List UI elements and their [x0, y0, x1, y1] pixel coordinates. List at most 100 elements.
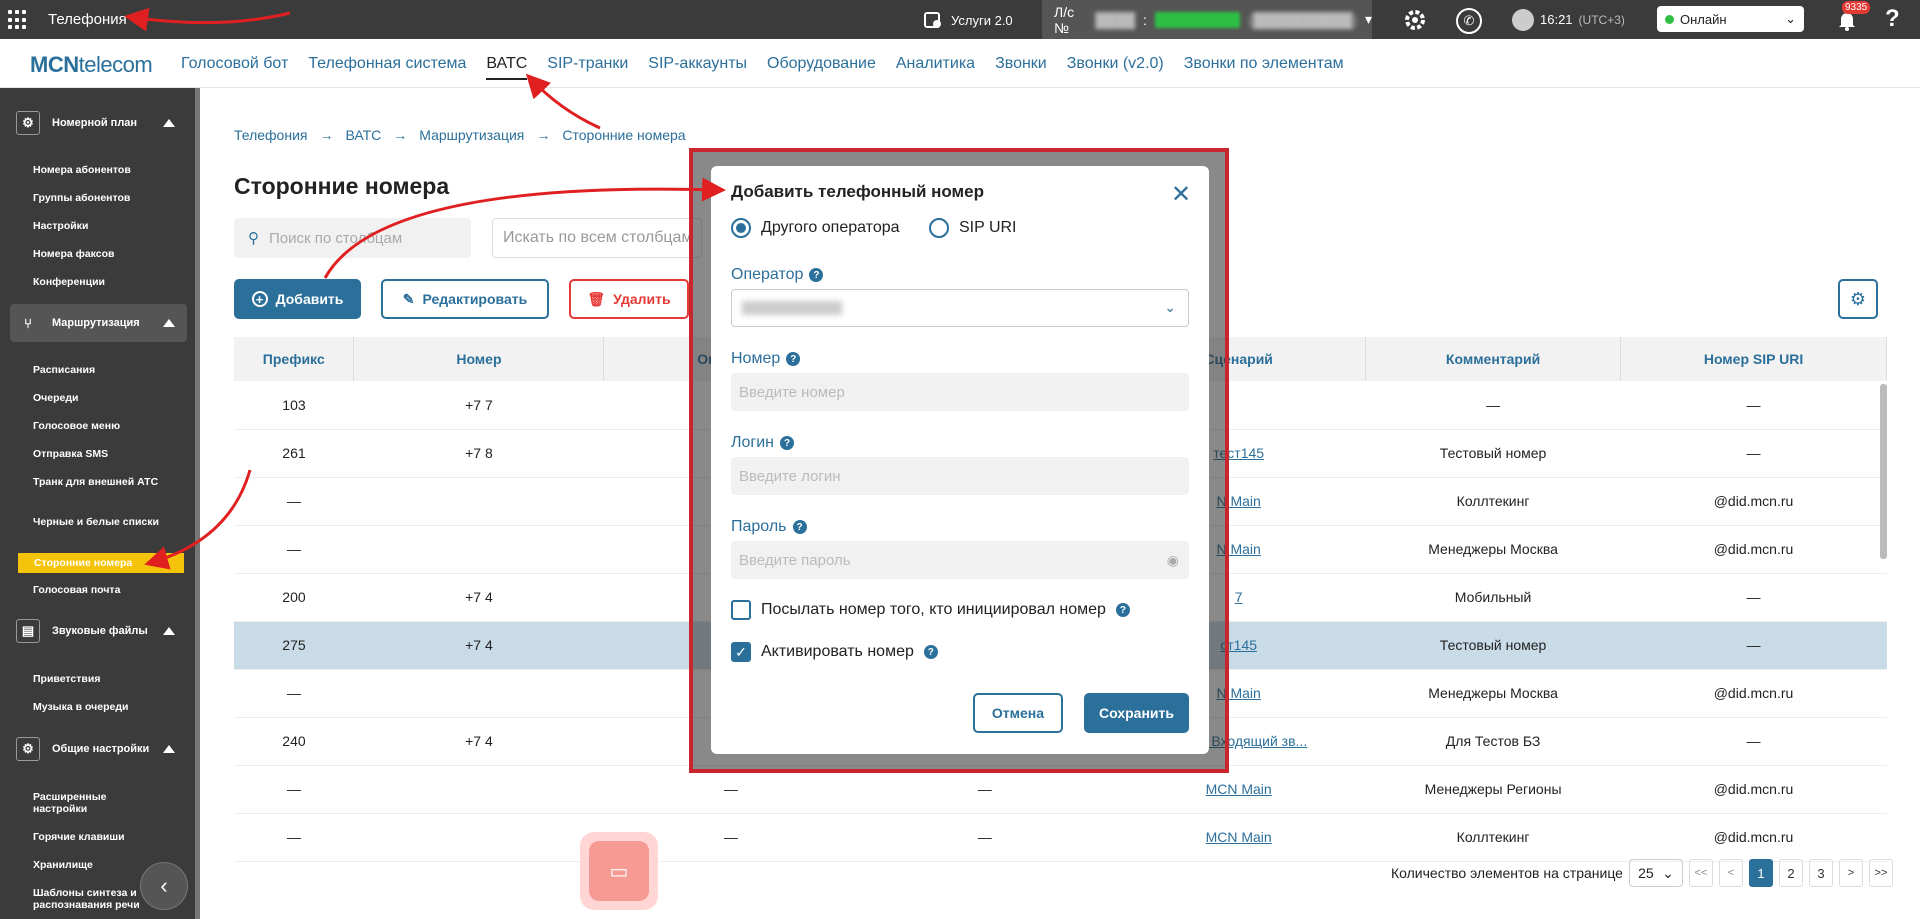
- sidebar-section-sound-files[interactable]: ▤ Звуковые файлы: [10, 612, 187, 650]
- number-input[interactable]: Введите номер: [731, 373, 1189, 411]
- col-prefix[interactable]: Префикс: [234, 337, 355, 381]
- cell-prefix: 275: [234, 621, 354, 670]
- sidebar-item-queue-music[interactable]: Музыка в очереди: [33, 701, 163, 713]
- login-input[interactable]: Введите логин: [731, 457, 1189, 495]
- sidebar-item-advanced-settings[interactable]: Расширенные настройки: [33, 791, 163, 815]
- nav-sip-accounts[interactable]: SIP-аккаунты: [648, 55, 747, 80]
- sidebar-item-queues[interactable]: Очереди: [33, 392, 163, 404]
- help-icon[interactable]: ?: [780, 436, 795, 450]
- help-icon[interactable]: ?: [923, 645, 938, 659]
- sidebar-item-ivr[interactable]: Голосовое меню: [33, 420, 163, 432]
- sidebar-scrollbar[interactable]: [195, 88, 200, 919]
- cell-prefix: 261: [234, 429, 354, 478]
- sidebar-item-subscriber-groups[interactable]: Группы абонентов: [33, 192, 163, 204]
- table-row[interactable]: — — — MCN Main Коллтекинг @did.mcn.ru: [234, 813, 1887, 862]
- page-next-button[interactable]: >: [1838, 859, 1863, 887]
- sidebar-item-greetings[interactable]: Приветствия: [33, 673, 163, 685]
- nav-calls-by-element[interactable]: Звонки по элементам: [1184, 55, 1344, 80]
- pagination: Количество элементов на странице 25 ⌄ << …: [1391, 859, 1893, 887]
- page-size-select[interactable]: 25 ⌄: [1628, 859, 1683, 887]
- breadcrumb-routing[interactable]: Маршрутизация: [419, 127, 524, 143]
- cell-scenario[interactable]: MCN Main: [1111, 813, 1366, 862]
- logo[interactable]: MCNtelecom: [30, 52, 153, 78]
- sidebar-item-schedules[interactable]: Расписания: [33, 364, 163, 376]
- page-last-button[interactable]: >>: [1868, 859, 1893, 887]
- save-button[interactable]: Сохранить: [1084, 693, 1189, 733]
- radio-sip-uri[interactable]: SIP URI: [929, 218, 1017, 238]
- chat-button[interactable]: ▭: [580, 832, 658, 910]
- sidebar-item-black-white-lists[interactable]: Черные и белые списки: [33, 516, 163, 528]
- sidebar-item-settings[interactable]: Настройки: [33, 220, 163, 232]
- page-1-button[interactable]: 1: [1748, 859, 1773, 887]
- help-icon[interactable]: ?: [792, 520, 807, 534]
- cell-prefix: 103: [234, 381, 354, 430]
- chevron-down-icon: ⌄: [1785, 11, 1796, 26]
- page-2-button[interactable]: 2: [1778, 859, 1803, 887]
- sidebar-item-external-numbers[interactable]: Сторонние номера: [18, 553, 184, 573]
- table-settings-button[interactable]: ⚙: [1838, 279, 1878, 319]
- nav-analytics[interactable]: Аналитика: [896, 55, 975, 80]
- eye-icon[interactable]: ◉: [1167, 552, 1179, 569]
- sidebar-item-storage[interactable]: Хранилище: [33, 859, 163, 871]
- sidebar-section-routing[interactable]: ⑂ Маршрутизация: [10, 304, 187, 342]
- col-sip-uri[interactable]: Номер SIP URI: [1620, 337, 1887, 381]
- radio-other-operator[interactable]: Другого оператора: [731, 218, 900, 238]
- sidebar-item-subscriber-numbers[interactable]: Номера абонентов: [33, 164, 163, 176]
- edit-button[interactable]: ✎ Редактировать: [381, 279, 549, 319]
- nav-sip-trunks[interactable]: SIP-транки: [547, 55, 628, 80]
- radio-unchecked-icon: [929, 218, 949, 238]
- status-select[interactable]: Онлайн ⌄: [1657, 6, 1804, 32]
- nav-equipment[interactable]: Оборудование: [767, 55, 876, 80]
- cell-prefix: —: [234, 525, 354, 574]
- add-button[interactable]: + Добавить: [234, 279, 361, 319]
- phone-icon[interactable]: ✆: [1456, 8, 1482, 34]
- table-scrollbar[interactable]: [1880, 384, 1887, 559]
- col-comment[interactable]: Комментарий: [1365, 337, 1622, 381]
- password-input[interactable]: Введите пароль ◉: [731, 541, 1189, 579]
- col-number[interactable]: Номер: [353, 337, 605, 381]
- breadcrumb-vats[interactable]: ВАТС: [345, 127, 381, 143]
- sidebar-item-hotkeys[interactable]: Горячие клавиши: [33, 831, 163, 843]
- nav-calls-v2[interactable]: Звонки (v2.0): [1067, 55, 1164, 80]
- send-initiator-checkbox[interactable]: Посылать номер того, кто инициировал ном…: [731, 600, 1130, 620]
- collapse-sidebar-button[interactable]: ‹: [140, 862, 188, 910]
- nav-voice-bot[interactable]: Голосовой бот: [181, 55, 288, 80]
- breadcrumb-external-numbers[interactable]: Сторонние номера: [562, 127, 685, 143]
- sidebar-item-sms[interactable]: Отправка SMS: [33, 448, 163, 460]
- page-3-button[interactable]: 3: [1808, 859, 1833, 887]
- nav-calls[interactable]: Звонки: [995, 55, 1047, 80]
- delete-button[interactable]: 🗑 Удалить: [569, 279, 689, 319]
- user-time[interactable]: 16:21 (UTC+3): [1512, 0, 1625, 39]
- app-title[interactable]: Телефония: [48, 11, 127, 28]
- help-icon[interactable]: ?: [1885, 5, 1900, 33]
- nav-vats[interactable]: ВАТС: [486, 55, 528, 80]
- help-icon[interactable]: ?: [786, 352, 801, 366]
- radio-other-operator-label: Другого оператора: [761, 219, 900, 236]
- sidebar-item-fax-numbers[interactable]: Номера факсов: [33, 248, 163, 260]
- operator-select[interactable]: ⌄: [731, 289, 1189, 327]
- gear-icon[interactable]: [1403, 8, 1427, 32]
- breadcrumb-telephony[interactable]: Телефония: [234, 127, 307, 143]
- edit-label: Редактировать: [422, 291, 528, 307]
- help-icon[interactable]: ?: [1115, 603, 1130, 617]
- sidebar-item-voicemail[interactable]: Голосовая почта: [33, 584, 163, 596]
- sidebar-section-numbering[interactable]: ⚙ Номерной план: [10, 104, 187, 142]
- nav-links: Голосовой бот Телефонная система ВАТС SI…: [181, 55, 1344, 80]
- gear-icon: ⚙: [16, 737, 40, 761]
- sidebar-section-general-settings[interactable]: ⚙ Общие настройки: [10, 730, 187, 768]
- account-selector[interactable]: Л/с № ████ : (██████████) ▾: [1042, 0, 1372, 39]
- page-first-button[interactable]: <<: [1688, 859, 1713, 887]
- global-search-input[interactable]: Искать по всем столбцам: [492, 218, 702, 258]
- help-icon[interactable]: ?: [809, 268, 824, 282]
- sidebar-item-conferences[interactable]: Конференции: [33, 276, 163, 288]
- column-search-input[interactable]: ⚲ Поиск по столбцам: [234, 218, 471, 258]
- cancel-button[interactable]: Отмена: [973, 693, 1063, 733]
- nav-phone-system[interactable]: Телефонная система: [308, 55, 466, 80]
- apps-grid-icon[interactable]: [8, 10, 28, 30]
- sidebar-item-external-trunk[interactable]: Транк для внешней АТС: [33, 476, 163, 488]
- page-prev-button[interactable]: <: [1718, 859, 1743, 887]
- activate-number-checkbox[interactable]: ✓ Активировать номер?: [731, 642, 938, 662]
- close-icon[interactable]: ✕: [1171, 180, 1191, 209]
- services-link[interactable]: Услуги 2.0: [923, 10, 1013, 30]
- account-prefix: Л/с №: [1054, 3, 1075, 36]
